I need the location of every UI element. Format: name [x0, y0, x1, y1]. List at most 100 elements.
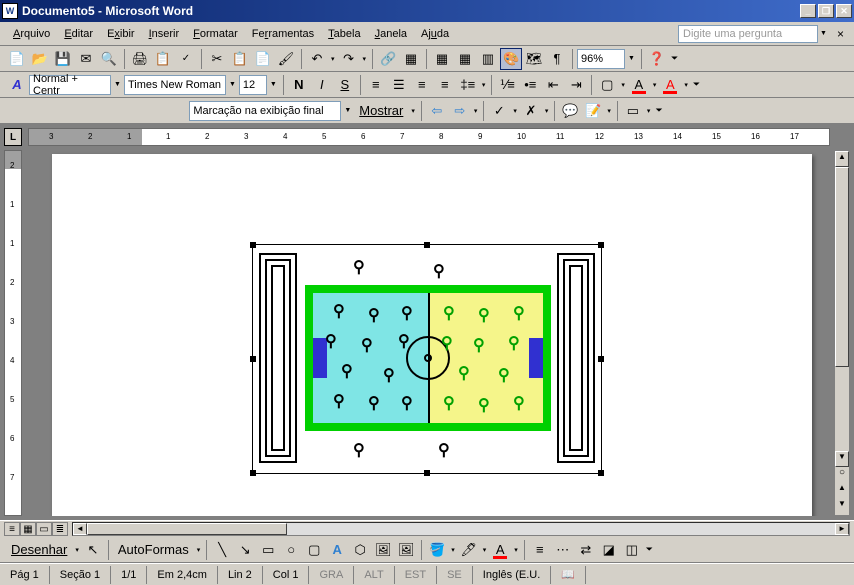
underline-button[interactable]: S [334, 74, 356, 96]
save-button[interactable]: 💾 [52, 48, 74, 70]
undo-dropdown[interactable]: ▾ [329, 55, 337, 63]
fontsize-dropdown[interactable]: ▼ [268, 81, 279, 88]
outline-view-button[interactable]: ≣ [52, 522, 68, 536]
increase-indent-button[interactable]: ⇥ [565, 74, 587, 96]
rectangle-button[interactable]: ▭ [257, 539, 279, 561]
copy-button[interactable]: 📋 [229, 48, 251, 70]
bullets-button[interactable]: •≡ [519, 74, 541, 96]
autoshapes-dropdown[interactable]: ▾ [195, 546, 203, 554]
help-dropdown-arrow[interactable]: ▼ [818, 30, 829, 37]
styles-pane-button[interactable]: A [6, 74, 28, 96]
font-color-dropdown[interactable]: ▾ [682, 81, 690, 89]
format-painter-button[interactable]: 🖌 [275, 48, 297, 70]
horizontal-ruler[interactable]: 3211234567891011121314151617 [28, 128, 830, 146]
oval-button[interactable]: ○ [280, 539, 302, 561]
menu-janela[interactable]: Janela [368, 26, 414, 42]
3d-button[interactable]: ◫ [621, 539, 643, 561]
dash-style-button[interactable]: ⋯ [552, 539, 574, 561]
insert-table-button[interactable]: ▦ [431, 48, 453, 70]
print-preview-button[interactable]: 📋 [152, 48, 174, 70]
cut-button[interactable]: ✂ [206, 48, 228, 70]
style-dropdown[interactable]: ▼ [112, 81, 123, 88]
vertical-scrollbar[interactable]: ▲ ▼ ○ ▲ ▼ [834, 150, 850, 516]
prev-change-button[interactable]: ⇦ [426, 100, 448, 122]
print-view-button[interactable]: ▭ [36, 522, 52, 536]
normal-view-button[interactable]: ≡ [4, 522, 20, 536]
search-button[interactable]: 🔍 [98, 48, 120, 70]
handle-se[interactable] [598, 470, 604, 476]
autoshapes-button[interactable]: AutoFormas [113, 539, 194, 561]
reviewing-pane-button[interactable]: ▭ [622, 100, 644, 122]
email-button[interactable]: ✉ [75, 48, 97, 70]
shadow-button[interactable]: ◪ [598, 539, 620, 561]
open-button[interactable]: 📂 [29, 48, 51, 70]
markup-view-combo[interactable]: Marcação na exibição final [189, 101, 341, 121]
show-markup-dropdown[interactable]: ▾ [409, 107, 417, 115]
web-view-button[interactable]: ▦ [20, 522, 36, 536]
borders-dropdown[interactable]: ▾ [619, 81, 627, 89]
italic-button[interactable]: I [311, 74, 333, 96]
print-button[interactable]: 🖨 [129, 48, 151, 70]
handle-sw[interactable] [250, 470, 256, 476]
drawing-toolbar-button[interactable]: 🎨 [500, 48, 522, 70]
show-markup-button[interactable]: Mostrar [354, 100, 408, 122]
track-changes-button[interactable]: 📝 [582, 100, 604, 122]
numbering-button[interactable]: ⅟≡ [496, 74, 518, 96]
highlight-dropdown[interactable]: ▾ [651, 81, 659, 89]
handle-s[interactable] [424, 470, 430, 476]
new-doc-button[interactable]: 📄 [6, 48, 28, 70]
handle-e[interactable] [598, 356, 604, 362]
select-objects-button[interactable]: ↖ [82, 539, 104, 561]
line-button[interactable]: ╲ [211, 539, 233, 561]
fill-color-button[interactable]: 🪣 [426, 539, 448, 561]
hyperlink-button[interactable]: 🔗 [377, 48, 399, 70]
menu-formatar[interactable]: Formatar [186, 26, 245, 42]
menu-tabela[interactable]: Tabela [321, 26, 367, 42]
horizontal-scrollbar[interactable]: ◄ ► [72, 522, 850, 536]
markup-view-dropdown[interactable]: ▼ [342, 107, 353, 114]
arrow-style-button[interactable]: ⇄ [575, 539, 597, 561]
bold-button[interactable]: N [288, 74, 310, 96]
zoom-combo[interactable]: 96% [577, 49, 625, 69]
style-combo[interactable]: Normal + Centr [29, 75, 111, 95]
show-hide-button[interactable]: ¶ [546, 48, 568, 70]
font-color-draw-button[interactable]: A [489, 539, 511, 561]
align-left-button[interactable]: ≡ [365, 74, 387, 96]
textbox-button[interactable]: ▢ [303, 539, 325, 561]
draw-menu-button[interactable]: Desenhar [6, 539, 72, 561]
font-dropdown[interactable]: ▼ [227, 81, 238, 88]
excel-button[interactable]: ▦ [454, 48, 476, 70]
line-spacing-dropdown[interactable]: ▾ [480, 81, 488, 89]
restore-button[interactable]: ❐ [818, 4, 834, 18]
vertical-ruler[interactable]: 211234567 [4, 150, 22, 516]
justify-button[interactable]: ≡ [434, 74, 456, 96]
handle-nw[interactable] [250, 242, 256, 248]
font-combo[interactable]: Times New Roman [124, 75, 226, 95]
close-button[interactable]: ✕ [836, 4, 852, 18]
redo-dropdown[interactable]: ▾ [361, 55, 369, 63]
menu-arquivo[interactable]: Arquivo [6, 26, 57, 42]
new-comment-button[interactable]: 💬 [559, 100, 581, 122]
decrease-indent-button[interactable]: ⇤ [542, 74, 564, 96]
columns-button[interactable]: ▥ [477, 48, 499, 70]
soccer-field-drawing[interactable]: ⚲ ⚲ ⚲ ⚲ ⚲ ⚲ ⚲ ⚲ [252, 244, 602, 474]
accept-change-button[interactable]: ✓ [488, 100, 510, 122]
redo-button[interactable]: ↷ [338, 48, 360, 70]
font-color-button[interactable]: A [659, 74, 681, 96]
paste-button[interactable]: 📄 [252, 48, 274, 70]
menu-inserir[interactable]: Inserir [142, 26, 187, 42]
draw-dropdown[interactable]: ▾ [73, 546, 81, 554]
fontsize-combo[interactable]: 12 [239, 75, 267, 95]
menu-ajuda[interactable]: Ajuda [414, 26, 456, 42]
line-style-button[interactable]: ≡ [529, 539, 551, 561]
handle-n[interactable] [424, 242, 430, 248]
clipart-button[interactable]: 🖼 [372, 539, 394, 561]
handle-w[interactable] [250, 356, 256, 362]
help-close-button[interactable]: × [833, 27, 848, 41]
handle-ne[interactable] [598, 242, 604, 248]
next-change-button[interactable]: ⇨ [449, 100, 471, 122]
line-spacing-button[interactable]: ‡≡ [457, 74, 479, 96]
undo-button[interactable]: ↶ [306, 48, 328, 70]
zoom-dropdown[interactable]: ▼ [626, 55, 637, 62]
document-area[interactable]: ⚲ ⚲ ⚲ ⚲ ⚲ ⚲ ⚲ ⚲ [28, 146, 830, 516]
